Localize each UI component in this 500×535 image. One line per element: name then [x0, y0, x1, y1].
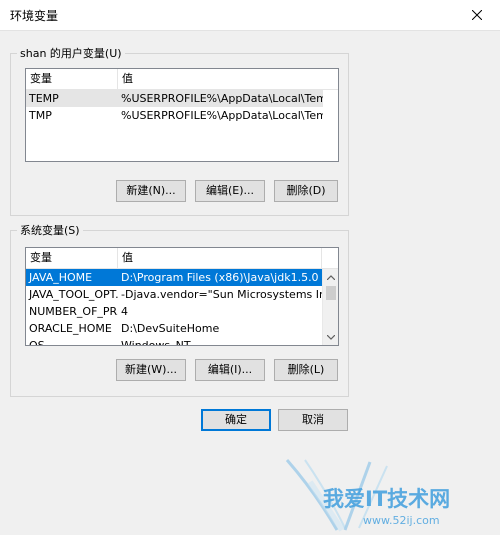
- table-row[interactable]: JAVA_TOOL_OPT... -Djava.vendor="Sun Micr…: [26, 286, 322, 303]
- close-icon: [472, 10, 482, 20]
- variable-name: NUMBER_OF_PR...: [29, 305, 118, 318]
- variable-value: %USERPROFILE%\AppData\Local\Temp: [121, 92, 323, 105]
- scroll-up-arrow[interactable]: [323, 269, 338, 285]
- title-bar: 环境变量: [0, 0, 500, 31]
- variable-value: 4: [121, 305, 128, 318]
- close-button[interactable]: [454, 0, 500, 30]
- user-variables-group: shan 的用户变量(U) 变量 值 TEMP %USERPROFILE%\Ap…: [10, 45, 349, 216]
- watermark-url-text: www.52ij.com: [363, 514, 440, 527]
- table-row[interactable]: JAVA_HOME D:\Program Files (x86)\Java\jd…: [26, 269, 322, 286]
- scroll-thumb[interactable]: [326, 286, 336, 300]
- table-row[interactable]: TEMP %USERPROFILE%\AppData\Local\Temp: [26, 90, 323, 107]
- variable-name: OS: [29, 339, 45, 346]
- user-delete-button[interactable]: 删除(D): [274, 180, 338, 202]
- system-variables-group: 系统变量(S) 变量 值 JAVA_HOME D:\Program Files …: [10, 222, 349, 397]
- variable-value: %USERPROFILE%\AppData\Local\Temp: [121, 109, 323, 122]
- column-header-value[interactable]: 值: [118, 248, 322, 268]
- scroll-down-arrow[interactable]: [323, 329, 338, 345]
- variable-name: JAVA_HOME: [29, 271, 93, 284]
- user-variables-list[interactable]: 变量 值 TEMP %USERPROFILE%\AppData\Local\Te…: [25, 68, 339, 162]
- table-row[interactable]: TMP %USERPROFILE%\AppData\Local\Temp: [26, 107, 323, 124]
- user-new-button[interactable]: 新建(N)...: [116, 180, 186, 202]
- chevron-down-icon: [327, 334, 335, 340]
- variable-name: ORACLE_HOME: [29, 322, 112, 335]
- table-row[interactable]: OS Windows_NT: [26, 337, 322, 346]
- system-edit-button[interactable]: 编辑(I)...: [195, 359, 265, 381]
- system-new-button[interactable]: 新建(W)...: [116, 359, 186, 381]
- system-delete-button[interactable]: 删除(L): [274, 359, 338, 381]
- variable-value: -Djava.vendor="Sun Microsystems Inc.": [121, 288, 322, 301]
- column-header-variable[interactable]: 变量: [26, 248, 118, 268]
- system-variables-header: 变量 值: [26, 248, 338, 269]
- system-variables-label: 系统变量(S): [17, 222, 83, 238]
- user-variables-header: 变量 值: [26, 69, 338, 90]
- table-row[interactable]: NUMBER_OF_PR... 4: [26, 303, 322, 320]
- column-header-variable[interactable]: 变量: [26, 69, 118, 89]
- column-header-value[interactable]: 值: [118, 69, 338, 89]
- chevron-up-icon: [327, 274, 335, 280]
- cancel-button[interactable]: 取消: [278, 409, 348, 431]
- watermark-main-text: 我爱IT技术网: [323, 487, 450, 511]
- ok-button[interactable]: 确定: [201, 409, 271, 431]
- user-variables-label: shan 的用户变量(U): [17, 45, 125, 61]
- variable-value: D:\Program Files (x86)\Java\jdk1.5.0: [121, 271, 319, 284]
- variable-name: JAVA_TOOL_OPT...: [29, 288, 118, 301]
- variable-name: TMP: [29, 109, 52, 122]
- window-title: 环境变量: [10, 9, 59, 23]
- variable-value: Windows_NT: [121, 339, 191, 346]
- vertical-scrollbar[interactable]: [322, 269, 338, 345]
- variable-name: TEMP: [29, 92, 59, 105]
- variable-value: D:\DevSuiteHome: [121, 322, 220, 335]
- system-variables-list[interactable]: 变量 值 JAVA_HOME D:\Program Files (x86)\Ja…: [25, 247, 339, 346]
- user-edit-button[interactable]: 编辑(E)...: [195, 180, 265, 202]
- table-row[interactable]: ORACLE_HOME D:\DevSuiteHome: [26, 320, 322, 337]
- watermark-logo: 我爱IT技术网 www.52ij.com: [275, 452, 500, 532]
